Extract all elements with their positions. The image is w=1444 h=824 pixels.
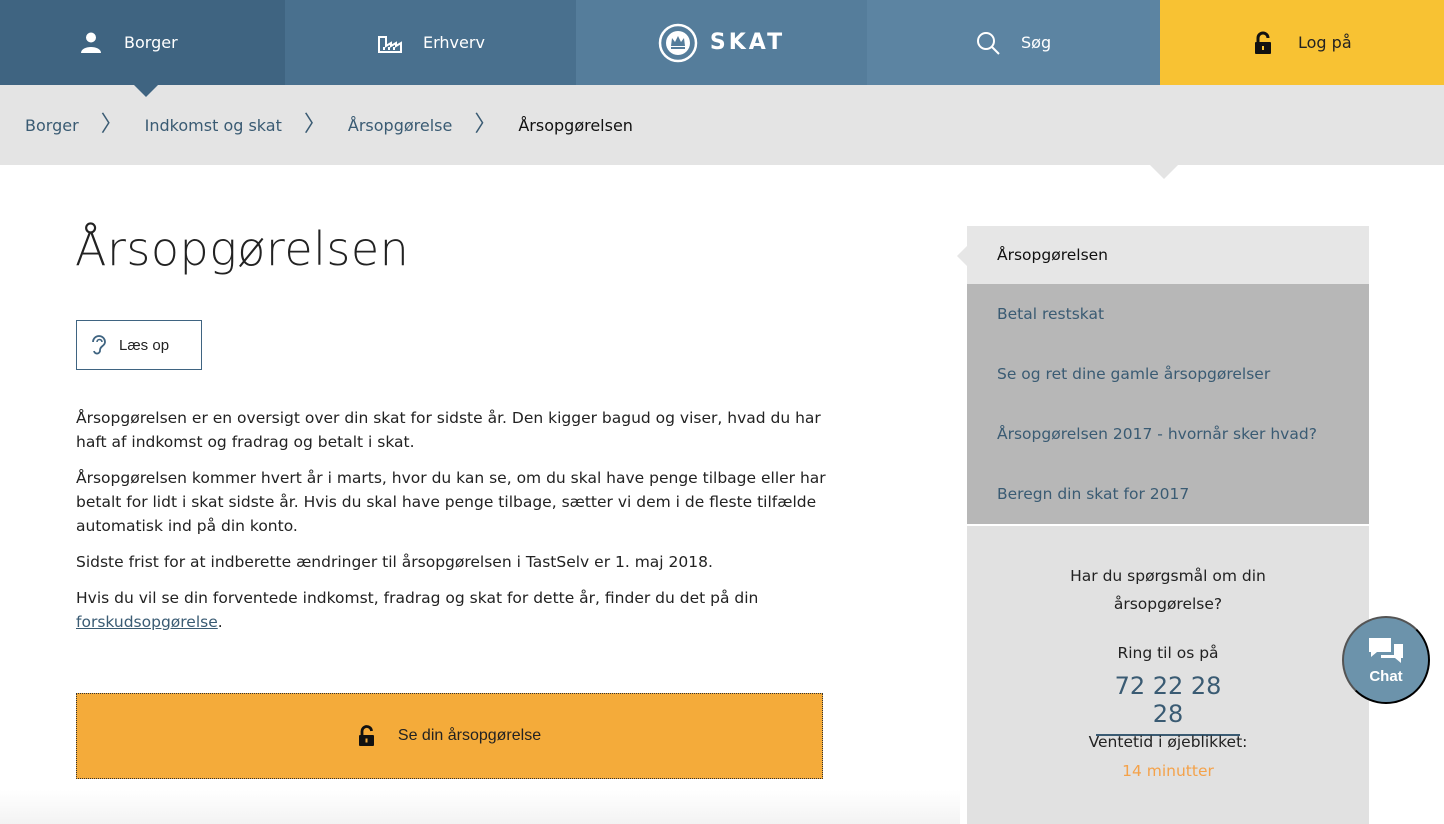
chat-button[interactable]: Chat <box>1342 616 1430 704</box>
crown-logo-icon <box>658 23 698 63</box>
read-aloud-label: Læs op <box>119 336 170 354</box>
chat-bubbles-icon <box>1367 636 1405 666</box>
unlock-icon <box>1250 30 1276 56</box>
breadcrumb-indkomst-og-skat[interactable]: Indkomst og skat <box>145 116 282 135</box>
breadcrumb-borger[interactable]: Borger <box>25 116 79 135</box>
breadcrumb-arsopgorelse[interactable]: Årsopgørelse <box>348 116 452 135</box>
nav-search-label: Søg <box>1021 33 1052 52</box>
bottom-fade <box>0 790 960 824</box>
see-arsopgorelse-button[interactable]: Se din årsopgørelse <box>76 693 823 779</box>
top-navigation: Borger Erhverv SKAT Søg Log på <box>0 0 1444 97</box>
see-arsopgorelse-label: Se din årsopgørelse <box>397 727 542 744</box>
sidebar-item-current[interactable]: Årsopgørelsen <box>957 226 1369 284</box>
nav-erhverv-label: Erhverv <box>423 33 485 52</box>
paragraph-4-end: . <box>217 613 223 631</box>
factory-icon <box>377 30 403 56</box>
sidebar-item-betal-restskat[interactable]: Betal restskat <box>967 284 1369 344</box>
read-aloud-button[interactable]: Læs op <box>76 320 202 370</box>
unlock-icon <box>358 725 376 747</box>
nav-borger-label: Borger <box>124 33 178 52</box>
nav-search[interactable]: Søg <box>867 0 1160 85</box>
help-box: Har du spørgsmål om din årsopgørelse? Ri… <box>967 526 1369 824</box>
paragraph-4-text: Hvis du vil se din forventede indkomst, … <box>76 589 759 607</box>
nav-erhverv[interactable]: Erhverv <box>285 0 576 85</box>
sidebar-item-beregn-skat[interactable]: Beregn din skat for 2017 <box>967 464 1369 524</box>
wait-time-value: 14 minutter <box>1122 762 1214 780</box>
page-title: Årsopgørelsen <box>75 222 410 276</box>
skat-logo-link[interactable]: SKAT <box>576 0 867 85</box>
paragraph-1: Årsopgørelsen er en oversigt over din sk… <box>76 409 821 451</box>
paragraph-3: Sidste frist for at indberette ændringer… <box>76 553 713 571</box>
help-question: Har du spørgsmål om din årsopgørelse? <box>1070 567 1266 613</box>
nav-borger[interactable]: Borger <box>0 0 285 97</box>
login-label: Log på <box>1298 33 1352 52</box>
help-call-label: Ring til os på <box>1117 644 1219 662</box>
chevron-right-icon: 〉 <box>100 112 123 137</box>
sidebar-links: Betal restskat Se og ret dine gamle årso… <box>967 284 1369 524</box>
skat-logo-text: SKAT <box>709 30 786 55</box>
sidebar-item-gamle-arsopgorelser[interactable]: Se og ret dine gamle årsopgørelser <box>967 344 1369 404</box>
wait-time-label: Ventetid i øjeblikket: <box>1088 733 1248 751</box>
chevron-right-icon: 〉 <box>303 112 326 137</box>
chat-label: Chat <box>1369 667 1403 685</box>
chevron-right-icon: 〉 <box>474 112 497 137</box>
login-button[interactable]: Log på <box>1160 0 1444 85</box>
ear-icon <box>89 334 109 356</box>
breadcrumb: Borger 〉 Indkomst og skat 〉 Årsopgørelse… <box>0 85 1444 179</box>
forskudsopgorelse-link[interactable]: forskudsopgørelse <box>76 613 218 631</box>
paragraph-2: Årsopgørelsen kommer hvert år i marts, h… <box>76 469 826 535</box>
paragraph-4: Hvis du vil se din forventede indkomst, … <box>76 586 836 634</box>
phone-link[interactable]: 72 22 28 28 <box>1096 672 1240 736</box>
person-icon <box>78 30 104 56</box>
breadcrumb-current: Årsopgørelsen <box>518 115 633 135</box>
sidebar-item-hvornaar-sker-hvad[interactable]: Årsopgørelsen 2017 - hvornår sker hvad? <box>967 404 1369 464</box>
main-content: Årsopgørelsen er en oversigt over din sk… <box>76 406 836 646</box>
search-icon <box>975 30 1001 56</box>
